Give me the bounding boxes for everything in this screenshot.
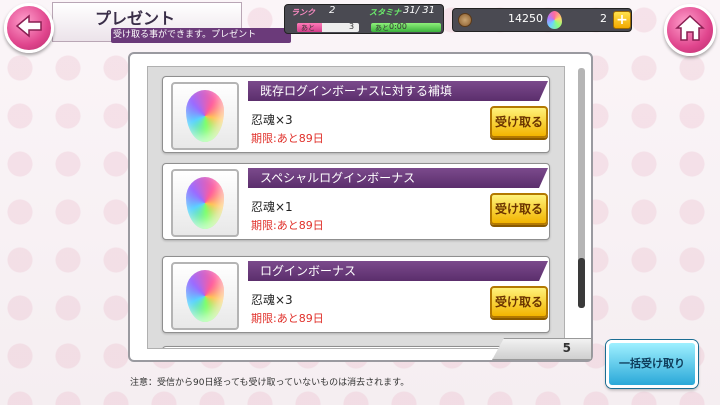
item-expire: 期限:あと89日 (251, 132, 324, 145)
subtitle-text: 受け取る事ができます。プレゼント (113, 30, 257, 40)
item-reward: 忍魂×3 (251, 113, 293, 127)
item-icon (171, 82, 239, 150)
item-title: ログインボーナス (248, 261, 548, 281)
item-reward: 忍魂×1 (251, 200, 293, 214)
rainbow-drop-icon (186, 270, 224, 322)
back-arrow-icon (15, 14, 43, 42)
coin-value: 14250 (508, 12, 543, 25)
rank-next-value: 3 (349, 22, 355, 31)
back-button[interactable] (4, 3, 54, 53)
gem-icon (547, 11, 562, 29)
top-bar: プレゼント 受け取る事ができます。プレゼント ランク 2 あと 3 スタミナ 3… (0, 0, 720, 56)
item-title: 既存ログインボーナスに対する補填 (248, 81, 548, 101)
coin-icon (458, 13, 472, 27)
home-button[interactable] (664, 4, 716, 56)
list-item: スペシャルログインボーナス 忍魂×1 期限:あと89日 受け取る (162, 163, 550, 240)
present-list[interactable]: 既存ログインボーナスに対する補填 忍魂×3 期限:あと89日 受け取る スペシャ… (147, 66, 565, 349)
rainbow-drop-icon (186, 177, 224, 229)
item-expire: 期限:あと89日 (251, 219, 324, 232)
notice-text: 注意：受信から90日経っても受け取っていないものは消去されます。 (130, 378, 410, 388)
subtitle-strip: 受け取る事ができます。プレゼント (111, 28, 291, 43)
receive-button[interactable]: 受け取る (490, 106, 548, 138)
stamina-value: 31/ 31 (403, 5, 435, 16)
item-reward: 忍魂×3 (251, 293, 293, 307)
item-icon (171, 262, 239, 330)
list-item: ログインボーナス 忍魂×3 期限:あと89日 受け取る (162, 256, 550, 333)
title-plate: プレゼント 受け取る事ができます。プレゼント (52, 2, 291, 43)
gem-value: 2 (600, 12, 607, 25)
receive-button[interactable]: 受け取る (490, 286, 548, 318)
scrollbar-thumb[interactable] (578, 258, 585, 308)
list-item: 既存ログインボーナスに対する補填 忍魂×3 期限:あと89日 受け取る (162, 76, 550, 153)
present-list-panel: 既存ログインボーナスに対する補填 忍魂×3 期限:あと89日 受け取る スペシャ… (128, 52, 593, 362)
item-icon (171, 169, 239, 237)
receive-all-button[interactable]: 一括受け取り (606, 340, 698, 388)
stamina-time: 0:00 (389, 22, 407, 31)
add-gems-button[interactable]: + (613, 11, 631, 29)
rank-label: ランク (291, 8, 315, 17)
rainbow-drop-icon (186, 90, 224, 142)
rank-value: 2 (329, 5, 336, 16)
currency-panel: 14250 2 + (452, 8, 632, 32)
status-panel: ランク 2 あと 3 スタミナ 31/ 31 あと 0:00 (284, 4, 444, 34)
list-item-partial (162, 346, 550, 348)
receive-button[interactable]: 受け取る (490, 193, 548, 225)
page-counter: 5 (492, 338, 592, 360)
stamina-label: スタミナ (369, 8, 401, 17)
item-title: スペシャルログインボーナス (248, 168, 548, 188)
stamina-next-label: あと (375, 24, 389, 32)
item-expire: 期限:あと89日 (251, 312, 324, 325)
home-icon (675, 14, 705, 46)
scrollbar[interactable] (578, 68, 585, 308)
rank-next-label: あと (301, 24, 315, 32)
page-count: 5 (562, 341, 571, 355)
page-title: プレゼント (95, 9, 176, 28)
